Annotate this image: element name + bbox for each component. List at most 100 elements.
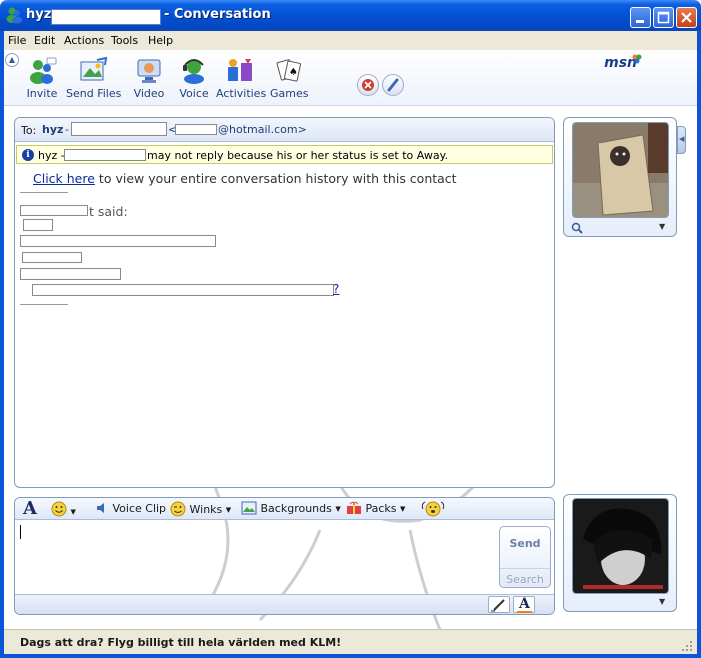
chevron-down-icon: ▼ [335,505,341,513]
handwriting-tab[interactable] [488,596,510,613]
window-frame-bottom [0,654,701,658]
avatar-options-dropdown[interactable]: ▼ [659,222,665,231]
window-title-contact: hyz [26,7,52,22]
chevron-up-icon: ▲ [8,55,16,64]
type-tab[interactable]: A [513,596,535,613]
send-files-label: Send Files [66,87,122,100]
contact-avatar-panel: ▼ [563,117,677,237]
redacted-email-user [175,124,217,135]
close-button[interactable] [676,7,697,28]
compose-area: A ▼ Voice Clip Winks ▼ Backgrounds ▼ Pac… [14,497,555,615]
window-frame-right [697,31,701,658]
window-title-suffix: - Conversation [164,7,271,22]
message-input[interactable] [18,522,496,592]
divider [20,304,68,305]
msn-butterfly-icon [632,54,642,64]
menu-actions[interactable]: Actions [64,34,104,47]
games-button[interactable]: ♠ Games [270,57,308,100]
menu-file[interactable]: File [8,34,26,47]
paint-brush-icon [387,78,399,92]
sender-said-label: t said: [89,204,128,219]
title-bar[interactable]: hyz - Conversation [0,0,701,31]
history-link[interactable]: Click here [33,171,95,186]
away-status-notice: i hyz - may not reply because his or her… [16,145,553,164]
invite-button[interactable]: Invite [24,57,60,100]
menu-bar: File Edit Actions Tools Help [4,31,697,51]
resize-grip-icon[interactable] [681,640,693,652]
my-avatar-picture [573,499,668,593]
title-redacted-field [51,9,161,25]
background-picker-button[interactable] [382,74,404,96]
send-files-icon [80,57,108,81]
chevron-left-icon: ◀ [679,135,685,143]
chevron-down-icon: ▼ [70,508,76,516]
my-avatar-panel: ▼ [563,494,677,612]
type-underline [517,611,532,613]
ad-text[interactable]: Dags att dra? Flyg billigt till hela vär… [20,636,341,649]
menu-edit[interactable]: Edit [34,34,55,47]
conversation-pane[interactable]: To: hyz - < @hotmail.com> i hyz - may no… [14,117,555,488]
redacted-link[interactable] [32,284,334,296]
svg-text:♠: ♠ [289,67,298,78]
to-dash: - [65,123,69,136]
voice-label: Voice [179,87,209,100]
voice-button[interactable]: Voice [177,57,211,100]
redacted-message [20,268,121,280]
block-button[interactable] [357,74,379,96]
my-avatar[interactable] [572,498,669,594]
collapse-sidebar-tab[interactable]: ◀ [677,126,686,154]
block-icon [362,79,374,91]
contact-avatar[interactable] [572,122,669,218]
link-tail[interactable]: ? [333,282,339,296]
packs-button[interactable]: Packs ▼ [346,501,405,515]
avatar-options-dropdown[interactable]: ▼ [659,597,665,606]
font-button[interactable]: A [23,498,37,519]
backgrounds-button[interactable]: Backgrounds ▼ [241,501,341,515]
contact-email-domain: @hotmail.com> [218,123,307,136]
voice-clip-button[interactable]: Voice Clip [95,501,166,515]
picture-icon [241,501,257,515]
video-icon [137,59,161,83]
maximize-button[interactable] [653,7,674,28]
redacted-sender [20,205,88,216]
redacted-message [20,235,216,247]
menu-tools[interactable]: Tools [111,34,138,47]
compose-mode-bar: A [15,594,554,614]
history-text: to view your entire conversation history… [98,171,457,186]
activities-button[interactable]: Activities [216,57,266,100]
wink-icon [170,501,186,517]
send-search-group: Send Search [499,526,551,588]
chevron-down-icon: ▼ [400,505,406,513]
redacted-notice-name [64,149,146,161]
divider [20,192,68,193]
notice-contact-name: hyz - [38,149,65,162]
msn-buddy-icon [6,7,22,24]
info-icon: i [22,149,34,161]
nudge-icon [421,501,445,517]
activities-icon [228,59,252,81]
chevron-down-icon: ▼ [225,506,232,514]
games-label: Games [270,87,309,100]
advertisement-bar[interactable]: Dags att dra? Flyg billigt till hela vär… [4,629,697,654]
notice-message: may not reply because his or her status … [147,149,449,162]
menu-help[interactable]: Help [148,34,173,47]
minimize-button[interactable] [630,7,651,28]
games-icon: ♠ [276,59,302,82]
redacted-display-name [71,122,167,136]
voice-icon [183,59,204,84]
backgrounds-label: Backgrounds [260,502,332,515]
to-bar: To: hyz - < @hotmail.com> [15,118,554,142]
font-a-icon: A [519,596,530,612]
redacted-message [23,219,53,231]
emoticon-button[interactable]: ▼ [51,501,76,520]
video-button[interactable]: Video [132,57,166,100]
send-files-button[interactable]: Send Files [66,57,122,100]
collapse-toolbar-button[interactable]: ▲ [5,53,19,67]
winks-button[interactable]: Winks ▼ [170,501,231,517]
search-button[interactable]: Search [500,568,550,586]
pen-icon [491,599,505,612]
invite-icon [30,57,57,84]
send-button[interactable]: Send [500,537,550,550]
nudge-button[interactable] [420,500,446,521]
zoom-icon[interactable] [571,222,583,234]
